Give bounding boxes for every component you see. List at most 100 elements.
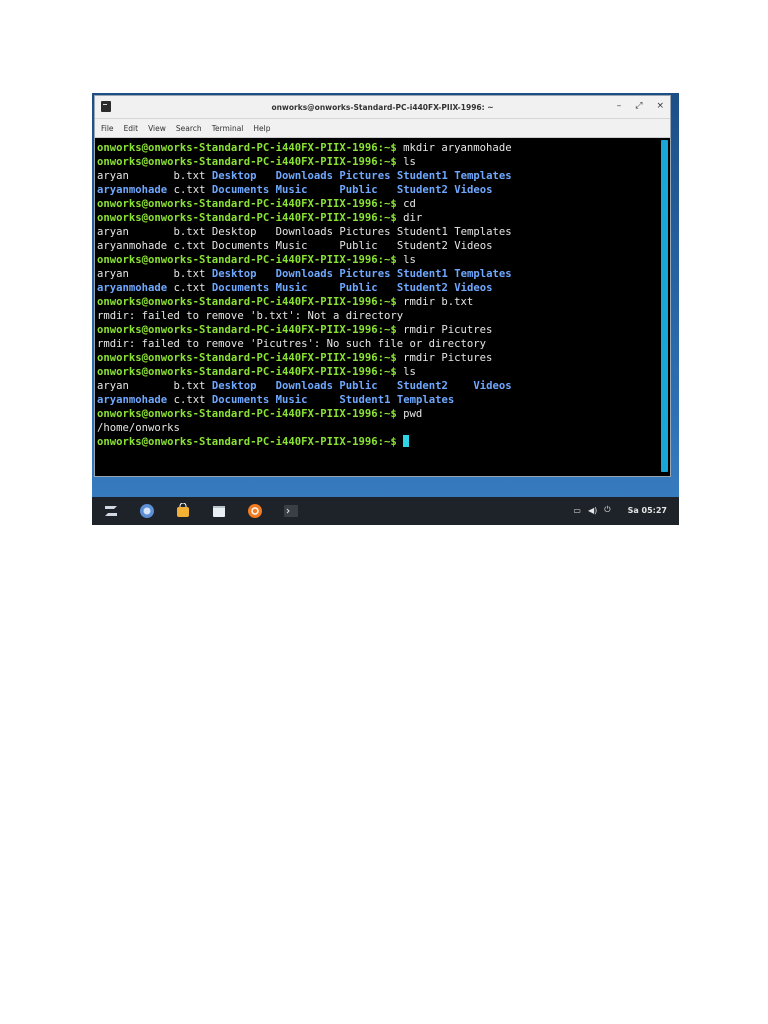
- terminal-line: onworks@onworks-Standard-PC-i440FX-PIIX-…: [97, 197, 670, 211]
- terminal-line: aryanmohade c.txt Documents Music Studen…: [97, 393, 670, 407]
- menu-file[interactable]: File: [101, 124, 114, 133]
- directory-entry: Documents: [211, 394, 270, 406]
- terminal-line: aryanmohade c.txt Documents Music Public…: [97, 239, 670, 253]
- terminal-line: /home/onworks: [97, 421, 670, 435]
- directory-entry: aryanmohade: [97, 184, 168, 196]
- terminal-line: onworks@onworks-Standard-PC-i440FX-PIIX-…: [97, 407, 670, 421]
- menu-edit[interactable]: Edit: [124, 124, 139, 133]
- file-entry: Documents: [211, 240, 270, 252]
- window-title: onworks@onworks-Standard-PC-i440FX-PIIX-…: [271, 102, 494, 112]
- zorin-menu-icon[interactable]: [102, 502, 120, 520]
- command-text: ls: [396, 156, 416, 168]
- command-text: mkdir aryanmohade: [396, 142, 512, 154]
- directory-entry: Student2: [396, 380, 448, 392]
- terminal-line: aryan b.txt Desktop Downloads Pictures S…: [97, 267, 670, 281]
- file-entry: c.txt: [173, 184, 206, 196]
- minimize-icon[interactable]: –: [617, 100, 622, 112]
- file-entry: aryan: [97, 170, 129, 182]
- directory-entry: aryanmohade: [97, 282, 168, 294]
- file-entry: Templates: [454, 226, 512, 238]
- settings-icon[interactable]: [246, 502, 264, 520]
- software-store-icon[interactable]: [174, 502, 192, 520]
- scrollbar[interactable]: [661, 140, 668, 472]
- terminal-line: aryanmohade c.txt Documents Music Public…: [97, 183, 670, 197]
- prompt-text: onworks@onworks-Standard-PC-i440FX-PIIX-…: [97, 254, 397, 266]
- directory-entry: Templates: [454, 268, 512, 280]
- file-entry: c.txt: [173, 394, 206, 406]
- taskbar: ▭ ◀) ⏻ Sa 05:27: [92, 497, 679, 525]
- file-entry: b.txt: [173, 170, 206, 182]
- directory-entry: Music: [275, 184, 308, 196]
- command-text: rmdir b.txt: [396, 296, 474, 308]
- menu-search[interactable]: Search: [176, 124, 202, 133]
- file-entry: Videos: [454, 240, 493, 252]
- directory-entry: Music: [275, 394, 308, 406]
- file-entry: Downloads: [275, 226, 334, 238]
- file-entry: aryan: [97, 268, 129, 280]
- terminal-line: onworks@onworks-Standard-PC-i440FX-PIIX-…: [97, 155, 670, 169]
- menu-terminal[interactable]: Terminal: [212, 124, 244, 133]
- directory-entry: Student2: [396, 282, 448, 294]
- file-entry: Public: [339, 240, 378, 252]
- display-icon[interactable]: ▭: [573, 506, 581, 515]
- menu-help[interactable]: Help: [253, 124, 270, 133]
- menu-view[interactable]: View: [148, 124, 166, 133]
- output-text: rmdir: failed to remove 'Picutres': No s…: [97, 338, 487, 350]
- file-entry: Desktop: [211, 226, 257, 238]
- prompt-text: onworks@onworks-Standard-PC-i440FX-PIIX-…: [97, 408, 397, 420]
- terminal-line: onworks@onworks-Standard-PC-i440FX-PIIX-…: [97, 211, 670, 225]
- files-icon[interactable]: [210, 502, 228, 520]
- menubar: File Edit View Search Terminal Help: [95, 119, 670, 138]
- window-titlebar[interactable]: onworks@onworks-Standard-PC-i440FX-PIIX-…: [95, 96, 670, 119]
- file-entry: c.txt: [173, 240, 206, 252]
- command-text: ls: [396, 254, 416, 266]
- file-entry: aryan: [97, 226, 129, 238]
- prompt-text: onworks@onworks-Standard-PC-i440FX-PIIX-…: [97, 436, 397, 448]
- file-entry: Student1: [396, 226, 448, 238]
- file-entry: Pictures: [339, 226, 391, 238]
- directory-entry: Downloads: [275, 268, 334, 280]
- command-text: pwd: [396, 408, 423, 420]
- terminal-line: onworks@onworks-Standard-PC-i440FX-PIIX-…: [97, 141, 670, 155]
- file-entry: Student2: [396, 240, 448, 252]
- directory-entry: Templates: [454, 170, 512, 182]
- prompt-text: onworks@onworks-Standard-PC-i440FX-PIIX-…: [97, 198, 397, 210]
- terminal-icon[interactable]: [282, 502, 300, 520]
- directory-entry: Pictures: [339, 268, 391, 280]
- browser-icon[interactable]: [138, 502, 156, 520]
- directory-entry: Downloads: [275, 170, 334, 182]
- directory-entry: aryanmohade: [97, 394, 168, 406]
- prompt-text: onworks@onworks-Standard-PC-i440FX-PIIX-…: [97, 156, 397, 168]
- prompt-text: onworks@onworks-Standard-PC-i440FX-PIIX-…: [97, 212, 397, 224]
- command-text: ls: [396, 366, 416, 378]
- terminal-line: onworks@onworks-Standard-PC-i440FX-PIIX-…: [97, 351, 670, 365]
- directory-entry: Videos: [454, 282, 493, 294]
- volume-icon[interactable]: ◀): [588, 506, 597, 515]
- window-controls: – ⤢ ×: [617, 100, 664, 112]
- directory-entry: Desktop: [211, 170, 257, 182]
- command-text: cd: [396, 198, 416, 210]
- file-entry: c.txt: [173, 282, 206, 294]
- directory-entry: Public: [339, 184, 378, 196]
- terminal-line: rmdir: failed to remove 'Picutres': No s…: [97, 337, 670, 351]
- directory-entry: Videos: [454, 184, 493, 196]
- terminal-output[interactable]: onworks@onworks-Standard-PC-i440FX-PIIX-…: [95, 138, 670, 474]
- clock[interactable]: Sa 05:27: [628, 506, 667, 515]
- close-icon[interactable]: ×: [656, 100, 664, 112]
- terminal-line: onworks@onworks-Standard-PC-i440FX-PIIX-…: [97, 253, 670, 267]
- directory-entry: Desktop: [211, 268, 257, 280]
- power-icon[interactable]: ⏻: [604, 505, 610, 515]
- maximize-icon[interactable]: ⤢: [635, 100, 642, 112]
- directory-entry: Public: [339, 380, 378, 392]
- directory-entry: Downloads: [275, 380, 334, 392]
- terminal-line: onworks@onworks-Standard-PC-i440FX-PIIX-…: [97, 295, 670, 309]
- file-entry: b.txt: [173, 226, 206, 238]
- file-entry: b.txt: [173, 268, 206, 280]
- system-tray: ▭ ◀) ⏻ Sa 05:27: [573, 505, 667, 515]
- terminal-line: onworks@onworks-Standard-PC-i440FX-PIIX-…: [97, 323, 670, 337]
- terminal-line: aryan b.txt Desktop Downloads Public Stu…: [97, 379, 670, 393]
- directory-entry: Student1: [339, 394, 391, 406]
- directory-entry: Templates: [396, 394, 455, 406]
- command-text: rmdir Pictures: [396, 352, 493, 364]
- file-entry: aryanmohade: [97, 240, 168, 252]
